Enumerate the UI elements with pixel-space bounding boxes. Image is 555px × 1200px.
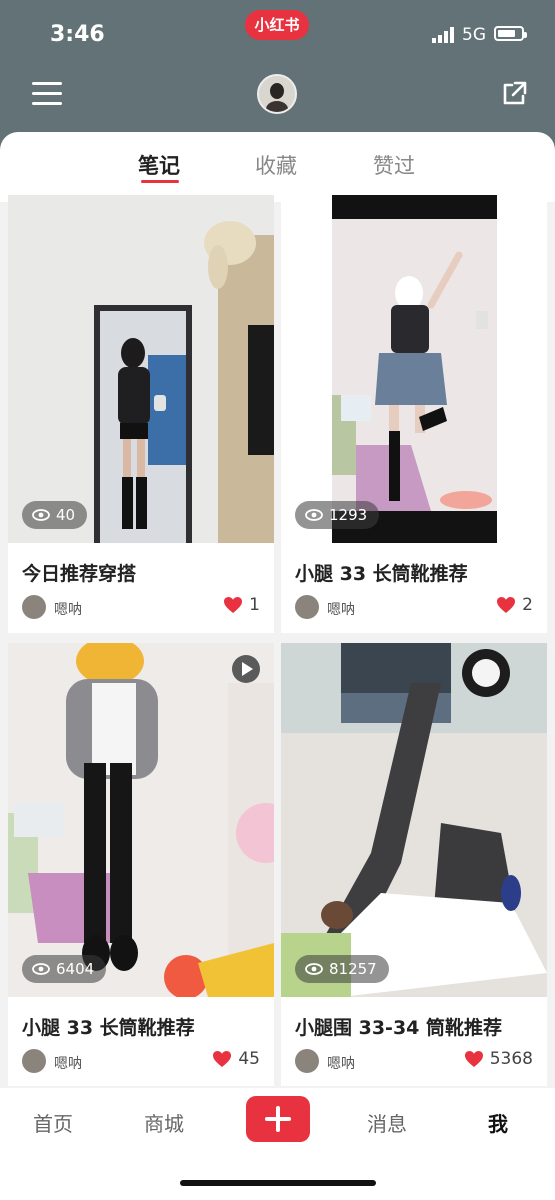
author-avatar[interactable] [295,595,319,619]
like-count: 2 [522,595,533,615]
view-count-badge: 81257 [295,955,389,983]
create-post-button[interactable] [246,1096,310,1142]
author-name[interactable]: 嗯呐 [327,1053,355,1073]
like-count: 5368 [489,1049,533,1069]
post-card[interactable]: 6404 小腿 33 长筒靴推荐 嗯呐 45 [8,643,274,1086]
post-cover-image[interactable] [281,195,547,543]
active-tab-indicator [141,180,179,183]
post-title[interactable]: 小腿 33 长筒靴推荐 [295,559,468,586]
home-indicator [180,1180,376,1186]
eye-icon [32,963,50,975]
profile-avatar[interactable] [257,74,297,114]
view-count-badge: 6404 [22,955,107,983]
author-avatar[interactable] [22,595,46,619]
author-name[interactable]: 嗯呐 [327,599,355,619]
author-name[interactable]: 嗯呐 [54,599,82,619]
post-card[interactable]: 1293 小腿 33 长筒靴推荐 嗯呐 2 [281,195,547,633]
heart-icon[interactable] [212,1050,232,1068]
battery-icon [494,26,527,41]
eye-icon [305,963,323,975]
view-count: 1293 [329,506,368,524]
like-button[interactable]: 1 [223,595,260,615]
app-badge: 小红书 [245,10,309,40]
author-name[interactable]: 嗯呐 [54,1053,82,1073]
nav-home[interactable]: 首页 [33,1108,73,1137]
post-card[interactable]: 40 今日推荐穿搭 嗯呐 1 [8,195,274,633]
eye-icon [305,509,323,521]
like-button[interactable]: 45 [212,1049,260,1069]
post-card[interactable]: 81257 小腿围 33-34 筒靴推荐 嗯呐 5368 [281,643,547,1086]
view-count: 40 [56,506,76,524]
author-avatar[interactable] [22,1049,46,1073]
like-count: 45 [238,1049,260,1069]
nav-messages[interactable]: 消息 [367,1108,407,1137]
view-count: 6404 [56,960,95,978]
post-title[interactable]: 小腿围 33-34 筒靴推荐 [295,1013,502,1040]
view-count-badge: 40 [22,501,88,529]
like-count: 1 [249,595,260,615]
status-time: 3:46 [50,22,105,47]
post-title[interactable]: 小腿 33 长筒靴推荐 [22,1013,195,1040]
menu-icon[interactable] [32,82,62,106]
like-button[interactable]: 5368 [464,1049,533,1069]
view-count: 81257 [329,960,377,978]
network-label: 5G [462,25,486,45]
nav-me[interactable]: 我 [488,1108,508,1137]
post-cover-image[interactable] [8,643,274,997]
view-count-badge: 1293 [295,501,380,529]
post-cover-image[interactable] [8,195,274,543]
heart-icon[interactable] [496,596,516,614]
eye-icon [32,509,50,521]
post-title[interactable]: 今日推荐穿搭 [22,559,136,586]
signal-icon [432,27,454,43]
like-button[interactable]: 2 [496,595,533,615]
profile-tabs: 笔记 收藏 赞过 [0,132,555,202]
tab-notes[interactable]: 笔记 [138,150,180,180]
tab-liked[interactable]: 赞过 [373,150,415,180]
nav-mall[interactable]: 商城 [144,1108,184,1137]
heart-icon[interactable] [223,596,243,614]
heart-icon[interactable] [464,1050,484,1068]
post-cover-image[interactable] [281,643,547,997]
tab-collections[interactable]: 收藏 [255,150,297,180]
share-icon[interactable] [500,80,528,108]
author-avatar[interactable] [295,1049,319,1073]
